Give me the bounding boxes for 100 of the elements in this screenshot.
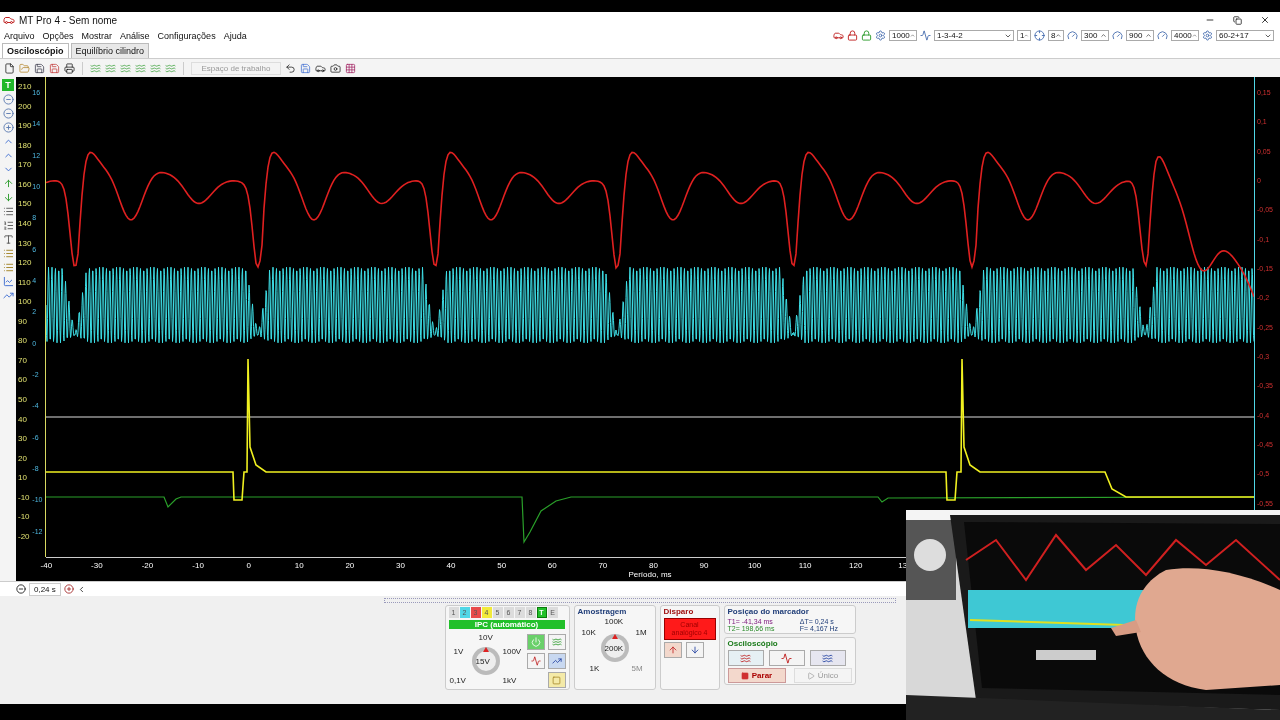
axis-tick-label: 30: [18, 435, 28, 444]
axis-tick-label: 10: [293, 560, 305, 570]
zoom-out-icon[interactable]: [2, 94, 14, 105]
axis-tick-label: 120: [18, 259, 32, 268]
car-icon[interactable]: [833, 30, 844, 41]
grid-icon[interactable]: [345, 62, 356, 74]
waves-icon[interactable]: [135, 62, 146, 74]
axis-tick-label: -40: [39, 560, 54, 570]
square-icon: [552, 675, 561, 685]
spin-field[interactable]: 4000: [1171, 30, 1199, 41]
lock-icon[interactable]: [861, 30, 872, 41]
waves-icon[interactable]: [105, 62, 116, 74]
menu-item[interactable]: Opções: [38, 30, 78, 41]
text-icon[interactable]: [2, 234, 14, 245]
ac-coupling-button[interactable]: [547, 634, 566, 650]
axis-tick-label: 130: [18, 239, 32, 248]
axis-tick-label: 60: [18, 376, 28, 385]
axis-tick-label: 210: [18, 83, 32, 91]
knob-label: 1kV: [502, 677, 517, 685]
arrow-up-icon: [667, 645, 678, 655]
save-icon[interactable]: [49, 62, 60, 74]
zoom-in-icon[interactable]: [2, 122, 14, 133]
undo-icon[interactable]: [285, 62, 296, 74]
falling-edge-button[interactable]: [685, 642, 704, 658]
file-icon[interactable]: [4, 62, 15, 74]
printer-icon[interactable]: [64, 62, 75, 74]
menu-item[interactable]: Mostrar: [77, 30, 117, 41]
axis-tick-label: -20: [18, 532, 31, 541]
waves-icon[interactable]: [90, 62, 101, 74]
power-button[interactable]: [526, 634, 545, 650]
sine-mode-button[interactable]: [727, 650, 764, 666]
stop-icon: [740, 671, 749, 680]
time-window-field[interactable]: 0,24 s: [29, 582, 61, 596]
axis-tick-label: 60: [546, 560, 558, 570]
knob-label: 1M: [635, 629, 647, 637]
axis-tick-label: -30: [90, 560, 104, 570]
spin-field[interactable]: 1: [1017, 30, 1031, 41]
menu-item[interactable]: Arquivo: [0, 30, 39, 41]
list-icon[interactable]: [2, 248, 14, 259]
dropdown-field[interactable]: 1-3-4-2: [934, 30, 1014, 41]
filter-button[interactable]: [526, 653, 545, 669]
scope-button[interactable]: Parar: [727, 668, 786, 683]
menu-item[interactable]: Análise: [116, 30, 154, 41]
trend-icon[interactable]: [2, 290, 14, 301]
arrow-down-icon: [689, 645, 700, 655]
list-icon[interactable]: [2, 206, 14, 217]
ordered-list-icon[interactable]: [2, 220, 14, 231]
dropdown-field[interactable]: 60-2+17: [1216, 30, 1274, 41]
axis-tick-label: -10: [18, 513, 31, 522]
arrow-up-icon[interactable]: [2, 178, 14, 189]
axis-tick-label: 100: [746, 560, 763, 570]
menu-item[interactable]: Configurações: [153, 30, 220, 41]
knob-label: 1V: [453, 648, 464, 656]
zoom-out-icon[interactable]: [16, 584, 26, 594]
line-chart-icon[interactable]: [2, 276, 14, 287]
knob-label: 1K: [589, 665, 600, 673]
axis-tick-label: 20: [18, 454, 28, 463]
waves-icon[interactable]: [165, 62, 176, 74]
spin-field[interactable]: 900: [1126, 30, 1154, 41]
camera-icon[interactable]: [330, 62, 341, 74]
zoom-out-icon[interactable]: [2, 108, 14, 119]
axis-tick-label: 50: [18, 396, 28, 404]
tab[interactable]: Equilíbrio cilindro: [70, 43, 150, 58]
arrow-down-icon[interactable]: [2, 192, 14, 203]
chevron-up-icon: [1024, 32, 1029, 39]
spin-field[interactable]: 8: [1048, 30, 1064, 41]
axis-tick-label: 80: [647, 560, 659, 570]
lock-icon[interactable]: [847, 30, 858, 41]
menu-item[interactable]: Ajuda: [219, 30, 251, 41]
axis-title: Período, ms: [628, 570, 672, 579]
knob-label: 5M: [631, 665, 643, 673]
knob-label: 10K: [581, 629, 596, 637]
knob-label: 15V: [475, 658, 490, 666]
close-icon[interactable]: [1260, 15, 1270, 25]
rising-edge-button[interactable]: [663, 642, 682, 658]
knob-dial[interactable]: [470, 646, 501, 676]
save-icon[interactable]: [34, 62, 45, 74]
spin-field[interactable]: 1000: [889, 30, 917, 41]
restore-icon[interactable]: [1233, 15, 1242, 25]
chevron-up-icon: [1100, 32, 1107, 39]
axis-tick-label: 100: [18, 298, 32, 307]
waves-icon: [822, 652, 833, 664]
knob-dial[interactable]: [599, 633, 630, 663]
chevron-up-icon: [1145, 32, 1152, 39]
probe-button[interactable]: [547, 672, 566, 688]
axis-tick-label: 180: [18, 141, 32, 150]
list-icon[interactable]: [2, 262, 14, 273]
tab[interactable]: Osciloscópio: [2, 43, 69, 58]
waves-icon[interactable]: [150, 62, 161, 74]
zoom-in-icon[interactable]: [63, 584, 74, 594]
sine-frame-button[interactable]: [768, 650, 805, 666]
multi-wave-button[interactable]: [809, 650, 846, 666]
axis-tick-label: 80: [18, 337, 28, 346]
spin-field[interactable]: 300: [1081, 30, 1109, 41]
axis-tick-label: 90: [698, 560, 710, 570]
invert-button[interactable]: [547, 653, 566, 669]
waves-icon[interactable]: [120, 62, 131, 74]
knob-label: 100K: [604, 618, 624, 626]
axis-tick-label: 200: [18, 102, 32, 111]
axis-tick-label: 70: [597, 560, 609, 570]
